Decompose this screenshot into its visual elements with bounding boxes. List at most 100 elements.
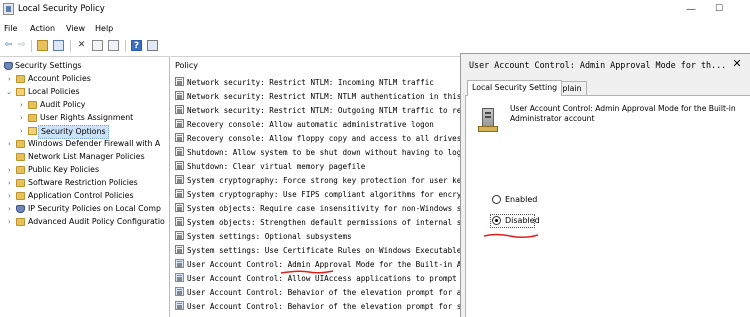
show-hide-tree-icon[interactable]: [53, 40, 64, 51]
uac-policy-icon: [175, 259, 184, 268]
expand-arrow-icon[interactable]: ›: [8, 138, 16, 150]
tree-item-label: Public Key Policies: [28, 165, 100, 174]
policy-row[interactable]: Shutdown: Clear virtual memory pagefile: [175, 160, 460, 173]
expand-arrow-icon[interactable]: ›: [8, 216, 16, 228]
folder-icon: [16, 192, 25, 200]
maximize-button[interactable]: ☐: [705, 0, 733, 19]
expand-arrow-icon[interactable]: ›: [8, 203, 16, 215]
tree-item-user-rights-assignment[interactable]: › User Rights Assignment: [0, 112, 169, 124]
toolbar: ⇦ ⇨ ✕ ?: [0, 36, 460, 55]
forward-icon[interactable]: ⇨: [16, 40, 27, 51]
folder-open-icon: [28, 127, 37, 135]
uac-policy-icon: [175, 273, 184, 282]
policy-label: User Account Control: Behavior of the el…: [187, 302, 460, 311]
policy-row[interactable]: System settings: Optional subsystems: [175, 230, 460, 243]
policy-icon: [175, 147, 184, 156]
properties-icon[interactable]: [92, 40, 103, 51]
delete-icon[interactable]: ✕: [76, 40, 87, 51]
policy-description: User Account Control: Admin Approval Mod…: [510, 104, 736, 123]
policy-row[interactable]: System cryptography: Force strong key pr…: [175, 174, 460, 187]
disabled-radio[interactable]: [492, 216, 501, 225]
tree-pane: ⌄ Security Settings › Account Policies ⌄…: [0, 56, 170, 317]
tree-item-windows-defender-firewall[interactable]: › Windows Defender Firewall with A: [0, 138, 169, 150]
tree-item-audit-policy[interactable]: › Audit Policy: [0, 99, 169, 111]
toolbar-separator: [70, 40, 71, 52]
policy-row[interactable]: System settings: Use Certificate Rules o…: [175, 244, 460, 257]
policy-icon: [175, 175, 184, 184]
expand-arrow-icon[interactable]: ›: [8, 177, 16, 189]
expand-arrow-icon[interactable]: ›: [8, 73, 16, 85]
help-icon[interactable]: ?: [131, 40, 142, 51]
red-underline-annotation: [483, 233, 539, 239]
tree-item-advanced-audit[interactable]: › Advanced Audit Policy Configuratio: [0, 216, 169, 228]
tree-item-local-policies[interactable]: ⌄ Local Policies: [0, 86, 169, 98]
policy-row[interactable]: Network security: Restrict NTLM: Incomin…: [175, 76, 460, 89]
disabled-label: Disabled: [505, 216, 540, 225]
policy-column-header[interactable]: Policy: [175, 61, 198, 70]
tree-item-account-policies[interactable]: › Account Policies: [0, 73, 169, 85]
policy-label: Shutdown: Allow system to be shut down w…: [187, 148, 460, 157]
tree-item-public-key-policies[interactable]: › Public Key Policies: [0, 164, 169, 176]
tree-item-label: IP Security Policies on Local Comp: [28, 204, 161, 213]
policy-list-pane: Policy Network security: Restrict NTLM: …: [171, 56, 460, 317]
policy-row[interactable]: Shutdown: Allow system to be shut down w…: [175, 146, 460, 159]
policy-row[interactable]: Recovery console: Allow automatic admini…: [175, 118, 460, 131]
menu-help[interactable]: Help: [95, 24, 113, 33]
tree-item-label: Security Options: [38, 125, 109, 139]
policy-icon: [175, 105, 184, 114]
up-folder-icon[interactable]: [37, 40, 48, 51]
tree-item-label: Network List Manager Policies: [28, 152, 145, 161]
menu-file[interactable]: File: [4, 24, 17, 33]
tree-item-network-list-manager[interactable]: Network List Manager Policies: [0, 151, 169, 163]
enabled-label: Enabled: [505, 195, 538, 204]
menu-action[interactable]: Action: [30, 24, 55, 33]
policy-label: System settings: Use Certificate Rules o…: [187, 246, 460, 255]
folder-icon: [16, 140, 25, 148]
expand-arrow-icon[interactable]: ›: [8, 190, 16, 202]
policy-icon: [175, 133, 184, 142]
expand-arrow-icon[interactable]: ›: [20, 99, 28, 111]
mmc-icon[interactable]: [147, 40, 158, 51]
back-icon[interactable]: ⇦: [3, 40, 14, 51]
policy-row[interactable]: User Account Control: Behavior of the el…: [175, 286, 460, 299]
dialog-close-button[interactable]: ✕: [730, 57, 744, 71]
policy-label: Shutdown: Clear virtual memory pagefile: [187, 162, 366, 171]
policy-row[interactable]: System objects: Strengthen default permi…: [175, 216, 460, 229]
folder-icon: [28, 101, 37, 109]
tree-item-label: Audit Policy: [40, 100, 86, 109]
expand-arrow-icon[interactable]: ›: [20, 125, 28, 137]
red-underline-annotation: [280, 270, 334, 274]
tree-item-label: Account Policies: [28, 74, 91, 83]
tree-item-label: Software Restriction Policies: [28, 178, 138, 187]
tree-item-software-restriction[interactable]: › Software Restriction Policies: [0, 177, 169, 189]
tree-item-security-settings[interactable]: ⌄ Security Settings: [0, 60, 169, 72]
policy-row[interactable]: System cryptography: Use FIPS compliant …: [175, 188, 460, 201]
tree-item-ip-security-policies[interactable]: › IP Security Policies on Local Comp: [0, 203, 169, 215]
policy-server-icon: [478, 108, 500, 132]
minimize-button[interactable]: —: [677, 0, 705, 19]
policy-label: System objects: Require case insensitivi…: [187, 204, 460, 213]
policy-label: System cryptography: Use FIPS compliant …: [187, 190, 460, 199]
menu-view[interactable]: View: [66, 24, 85, 33]
security-settings-icon: [4, 62, 13, 70]
policy-row[interactable]: System objects: Require case insensitivi…: [175, 202, 460, 215]
folder-icon: [16, 166, 25, 174]
policy-icon: [175, 91, 184, 100]
policy-row[interactable]: Network security: Restrict NTLM: Outgoin…: [175, 104, 460, 117]
tree-item-application-control[interactable]: › Application Control Policies: [0, 190, 169, 202]
policy-label: System objects: Strengthen default permi…: [187, 218, 460, 227]
export-list-icon[interactable]: [108, 40, 119, 51]
policy-row[interactable]: Network security: Restrict NTLM: NTLM au…: [175, 90, 460, 103]
folder-icon: [16, 153, 25, 161]
expand-arrow-icon[interactable]: ⌄: [6, 86, 14, 98]
policy-row[interactable]: Recovery console: Allow floppy copy and …: [175, 132, 460, 145]
policy-label: Network security: Restrict NTLM: Outgoin…: [187, 106, 460, 115]
policy-row[interactable]: User Account Control: Behavior of the el…: [175, 300, 460, 313]
title-bar: Local Security Policy — ☐: [0, 0, 750, 20]
uac-policy-icon: [175, 301, 184, 310]
expand-arrow-icon[interactable]: ›: [20, 112, 28, 124]
tab-local-security-setting[interactable]: Local Security Setting: [467, 80, 563, 96]
enabled-radio[interactable]: [492, 195, 501, 204]
tree-item-security-options[interactable]: › Security Options: [0, 125, 169, 139]
expand-arrow-icon[interactable]: ›: [8, 164, 16, 176]
